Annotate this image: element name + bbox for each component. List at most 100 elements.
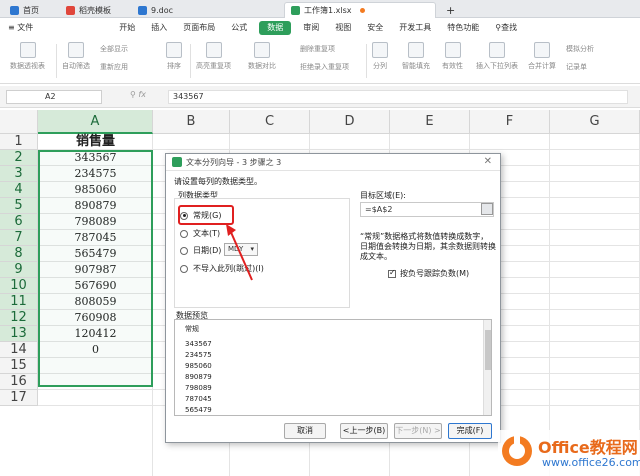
- row-header-2[interactable]: 2: [0, 150, 38, 166]
- row-header-14[interactable]: 14: [0, 342, 38, 358]
- text-to-columns-button[interactable]: 分列: [372, 42, 388, 71]
- tab-daoke-templates[interactable]: 稻壳模板: [60, 2, 130, 18]
- watermark: Office教程网 www.office26.com: [498, 430, 640, 476]
- menu-page-layout[interactable]: 页面布局: [175, 18, 223, 38]
- row-header-7[interactable]: 7: [0, 230, 38, 246]
- dialog-titlebar: 文本分列向导 - 3 步骤之 3 ✕: [166, 154, 500, 171]
- menu-file[interactable]: ≡ 文件: [0, 18, 41, 38]
- negative-sign-checkbox[interactable]: 按负号跟踪负数(M): [388, 268, 469, 279]
- row-header-3[interactable]: 3: [0, 166, 38, 182]
- menu-data[interactable]: 数据: [259, 21, 292, 35]
- selection-range: [38, 150, 153, 387]
- reapply-button[interactable]: 重新应用: [100, 62, 128, 72]
- consolidate-button[interactable]: 合并计算: [528, 42, 556, 71]
- red-arrow-annotation: [226, 224, 253, 281]
- dialog-instruction: 请设置每列的数据类型。: [174, 177, 262, 186]
- column-header-c[interactable]: C: [230, 110, 310, 134]
- row-header-15[interactable]: 15: [0, 358, 38, 374]
- sort-button[interactable]: 排序: [166, 42, 182, 71]
- validation-button[interactable]: 有效性: [442, 42, 463, 71]
- row-header-16[interactable]: 16: [0, 374, 38, 390]
- row-header-5[interactable]: 5: [0, 198, 38, 214]
- dest-label: 目标区域(E):: [360, 191, 406, 200]
- row-header-6[interactable]: 6: [0, 214, 38, 230]
- menu-search[interactable]: ⚲查找: [487, 18, 525, 38]
- format-note: “常规”数据格式将数值转换成数字，日期值会转换为日期，其余数据则转换成文本。: [360, 232, 496, 261]
- auto-filter-button[interactable]: 自动筛选: [62, 42, 90, 71]
- row-header-12[interactable]: 12: [0, 310, 38, 326]
- filter-icon: [68, 42, 84, 58]
- row-header-11[interactable]: 11: [0, 294, 38, 310]
- menu-start[interactable]: 开始: [111, 18, 143, 38]
- highlight-duplicates-button[interactable]: 高亮重复项: [196, 42, 231, 71]
- record-form-button[interactable]: 记录单: [566, 62, 587, 72]
- tab-workbook[interactable]: 工作簿1.xlsx: [284, 2, 436, 18]
- preview-row: 234575: [185, 351, 212, 359]
- data-compare-button[interactable]: 数据对比: [248, 42, 276, 71]
- fx-label[interactable]: ⚲ fx: [130, 90, 146, 99]
- next-button[interactable]: 下一步(N) >: [394, 423, 442, 439]
- tab-bar: 首页 稻壳模板 9.doc 工作簿1.xlsx +: [0, 0, 640, 18]
- text-to-columns-dialog: 文本分列向导 - 3 步骤之 3 ✕ 请设置每列的数据类型。 列数据类型 常规(…: [165, 153, 501, 443]
- new-tab-button[interactable]: +: [440, 2, 461, 18]
- formula-input[interactable]: 343567: [168, 90, 628, 104]
- name-box[interactable]: A2: [6, 90, 102, 104]
- pivot-table-button[interactable]: 数据透视表: [10, 42, 45, 71]
- row-header-13[interactable]: 13: [0, 326, 38, 342]
- row-header-9[interactable]: 9: [0, 262, 38, 278]
- column-header-g[interactable]: G: [550, 110, 640, 134]
- column-header-d[interactable]: D: [310, 110, 390, 134]
- watermark-brand: Office教程网: [538, 438, 638, 457]
- row-header-17[interactable]: 17: [0, 390, 38, 406]
- radio-date[interactable]: 日期(D): [180, 245, 221, 256]
- back-button[interactable]: <上一步(B): [340, 423, 388, 439]
- scrollbar-thumb[interactable]: [485, 330, 491, 370]
- preview-header: 常规: [185, 325, 199, 333]
- radio-selected-icon: [180, 211, 188, 220]
- finish-button[interactable]: 完成(F): [448, 423, 492, 439]
- tab-home[interactable]: 首页: [4, 2, 58, 18]
- preview-row: 985060: [185, 362, 212, 370]
- dialog-title: 文本分列向导 - 3 步骤之 3: [186, 157, 282, 167]
- range-picker-icon[interactable]: [481, 203, 493, 215]
- preview-row: 890879: [185, 373, 212, 381]
- menu-special[interactable]: 特色功能: [439, 18, 487, 38]
- reject-duplicates-button[interactable]: 拒绝录入重复项: [300, 62, 349, 72]
- smart-fill-button[interactable]: 智能填充: [402, 42, 430, 71]
- dest-input[interactable]: =$A$2: [360, 202, 494, 217]
- row-header-4[interactable]: 4: [0, 182, 38, 198]
- what-if-button[interactable]: 模拟分析: [566, 44, 594, 54]
- ribbon-toolbar: 数据透视表 自动筛选 全部显示 重新应用 排序 高亮重复项 数据对比 删除重复项…: [0, 38, 640, 84]
- menu-security[interactable]: 安全: [359, 18, 391, 38]
- arrow-shaft: [229, 229, 253, 281]
- row-header-8[interactable]: 8: [0, 246, 38, 262]
- menu-view[interactable]: 视图: [327, 18, 359, 38]
- select-all-corner[interactable]: [0, 110, 38, 134]
- show-all-button[interactable]: 全部显示: [100, 44, 128, 54]
- row-header-1[interactable]: 1: [0, 134, 38, 150]
- menu-formula[interactable]: 公式: [223, 18, 255, 38]
- column-header-f[interactable]: F: [470, 110, 550, 134]
- column-header-b[interactable]: B: [153, 110, 230, 134]
- insert-dropdown-button[interactable]: 插入下拉列表: [476, 42, 518, 71]
- grid-column-line: [549, 134, 550, 476]
- menu-developer[interactable]: 开发工具: [391, 18, 439, 38]
- row-header-10[interactable]: 10: [0, 278, 38, 294]
- close-icon[interactable]: ✕: [484, 156, 492, 167]
- tab-9-doc[interactable]: 9.doc: [132, 2, 202, 18]
- spreadsheet-icon: [291, 6, 300, 15]
- compare-icon: [254, 42, 270, 58]
- ribbon-divider: [366, 44, 367, 78]
- menu-review[interactable]: 审阅: [295, 18, 327, 38]
- menu-insert[interactable]: 插入: [143, 18, 175, 38]
- preview-row: 343567: [185, 340, 212, 348]
- cell-a1[interactable]: 销售量: [38, 134, 153, 150]
- column-header-bar: A B C D E F G: [0, 110, 640, 134]
- cancel-button[interactable]: 取消: [284, 423, 326, 439]
- radio-text[interactable]: 文本(T): [180, 228, 220, 239]
- column-header-a[interactable]: A: [38, 110, 153, 134]
- column-header-e[interactable]: E: [390, 110, 470, 134]
- data-preview[interactable]: 常规 343567 234575 985060 890879 798089 787045 5…: [174, 319, 492, 416]
- radio-general[interactable]: 常规(G): [180, 210, 221, 221]
- remove-duplicates-button[interactable]: 删除重复项: [300, 44, 335, 54]
